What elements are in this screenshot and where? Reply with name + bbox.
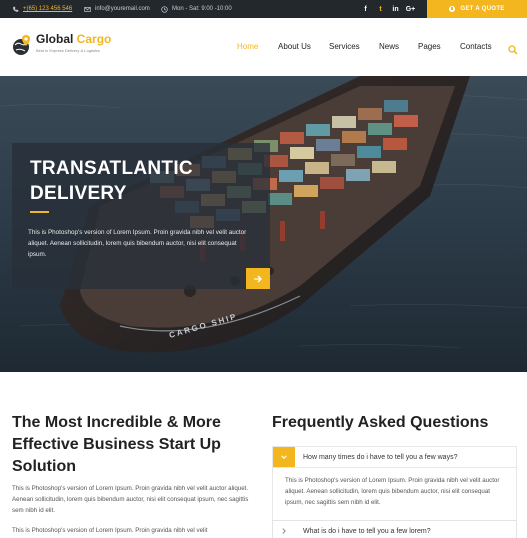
- search-icon[interactable]: [508, 42, 518, 55]
- chevron-down-icon: [281, 455, 287, 459]
- email-link[interactable]: info@youremail.com: [84, 0, 150, 18]
- intro-paragraph-1: This is Photoshop's version of Lorem Ips…: [12, 485, 249, 514]
- nav-services[interactable]: Services: [329, 42, 360, 51]
- clock-icon: [161, 5, 168, 13]
- brand-first: Global: [36, 32, 74, 46]
- nav-news[interactable]: News: [379, 42, 399, 51]
- email-address: info@youremail.com: [95, 6, 150, 12]
- social-links: f t in G+: [358, 0, 418, 18]
- google-plus-icon[interactable]: G+: [403, 6, 418, 13]
- faq-title: Frequently Asked Questions: [272, 414, 489, 431]
- brand-name: Global Cargo: [36, 32, 111, 46]
- faq-question-1: How many times do i have to tell you a f…: [303, 453, 458, 461]
- intro-title: The Most Incredible & More Effective Bus…: [12, 414, 221, 475]
- nav-pages[interactable]: Pages: [418, 42, 441, 51]
- site-header: Global Cargo Best in Express Delivery & …: [0, 18, 527, 76]
- phone-link[interactable]: +(65) 123 456 546: [12, 0, 72, 18]
- get-a-quote-button[interactable]: GET A QUOTE: [427, 0, 527, 18]
- faq-item-2[interactable]: What is do i have to tell you a few lore…: [272, 520, 517, 538]
- hero-caption: TRANSATLANTIC DELIVERY This is Photoshop…: [12, 143, 270, 289]
- faq-answer-1: This is Photoshop's version of Lorem Ips…: [272, 468, 517, 520]
- hero-description: This is Photoshop's version of Lorem Ips…: [28, 229, 247, 258]
- hero-next-button[interactable]: [246, 268, 270, 289]
- globe-pin-icon: [12, 34, 32, 56]
- chevron-right-icon: [282, 528, 286, 534]
- hours-text: Mon - Sat: 9:00 -10:00: [172, 6, 232, 12]
- opening-hours: Mon - Sat: 9:00 -10:00: [161, 0, 232, 18]
- hero-title-line-2: DELIVERY: [30, 183, 127, 204]
- phone-icon: [12, 6, 19, 13]
- info-icon: [449, 6, 456, 12]
- nav-home[interactable]: Home: [237, 42, 258, 51]
- hero-divider: [30, 211, 49, 213]
- hero-title: TRANSATLANTIC DELIVERY: [30, 156, 260, 206]
- hero-title-line-1: TRANSATLANTIC: [30, 158, 193, 179]
- faq-toggle-2[interactable]: [273, 521, 295, 538]
- hero-slider: CARGO SHIP TRANSATLANTIC DELIVERY This i…: [0, 76, 527, 372]
- facebook-icon[interactable]: f: [358, 6, 373, 13]
- brand-tagline: Best in Express Delivery & Logistics: [36, 48, 100, 53]
- linkedin-icon[interactable]: in: [388, 6, 403, 13]
- faq-toggle-1[interactable]: [273, 447, 295, 467]
- site-logo[interactable]: Global Cargo Best in Express Delivery & …: [12, 32, 111, 56]
- arrow-right-icon: [254, 275, 262, 282]
- twitter-icon[interactable]: t: [373, 6, 388, 13]
- intro-paragraph-2: This is Photoshop's version of Lorem Ips…: [12, 527, 208, 534]
- brand-second: Cargo: [73, 32, 112, 46]
- nav-contacts[interactable]: Contacts: [460, 42, 492, 51]
- faq-item-1[interactable]: How many times do i have to tell you a f…: [272, 446, 517, 468]
- faq-question-2: What is do i have to tell you a few lore…: [303, 527, 431, 535]
- top-bar: +(65) 123 456 546 info@youremail.com Mon…: [0, 0, 527, 18]
- phone-number: +(65) 123 456 546: [23, 6, 73, 12]
- nav-about-us[interactable]: About Us: [278, 42, 311, 51]
- get-a-quote-label: GET A QUOTE: [460, 6, 505, 12]
- envelope-icon: [84, 6, 91, 13]
